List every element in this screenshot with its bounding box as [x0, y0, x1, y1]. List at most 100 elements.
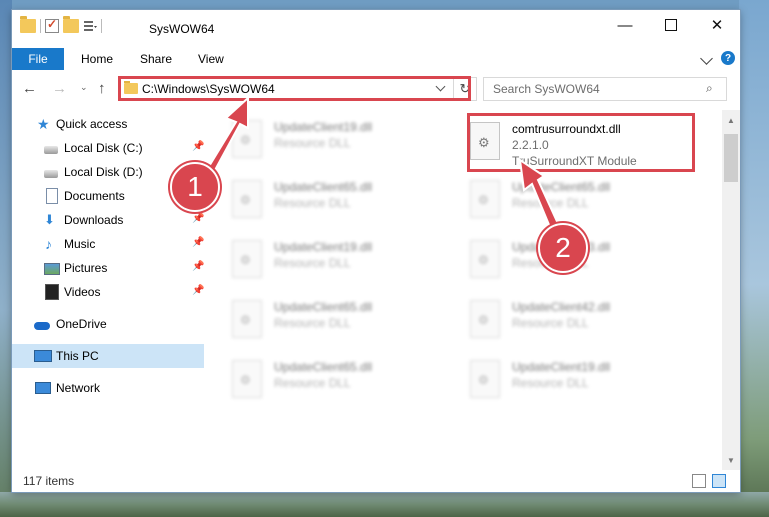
- network-icon: [35, 382, 51, 394]
- window-title: SysWOW64: [149, 22, 215, 36]
- sidebar-item-label: Downloads: [64, 213, 124, 227]
- file-type: Resource DLL: [274, 316, 351, 330]
- sidebar-item-label: Documents: [64, 189, 125, 203]
- address-bar-highlight: [118, 76, 471, 101]
- file-tile[interactable]: UpdateClient42.dll Resource DLL: [466, 296, 696, 346]
- pin-icon[interactable]: 📌: [192, 261, 204, 272]
- sidebar-item-label: Network: [56, 381, 101, 395]
- ribbon-tabs: File Home Share View ?: [12, 48, 740, 71]
- file-name: UpdateClient19.dll: [512, 360, 611, 374]
- desktop-background: [0, 0, 12, 517]
- quick-access-toolbar: [20, 16, 102, 33]
- recent-locations-chevron-icon[interactable]: ⌄: [80, 82, 88, 93]
- tiles-view-icon[interactable]: [712, 474, 726, 488]
- file-name: UpdateClient19.dll: [274, 120, 373, 134]
- star-icon: ★: [37, 116, 50, 132]
- sidebar-item-label: Music: [64, 237, 96, 251]
- title-bar: SysWOW64 — ✕: [12, 10, 740, 43]
- file-tile[interactable]: UpdateClient19.dll Resource DLL: [228, 116, 458, 166]
- new-folder-icon[interactable]: [63, 16, 79, 33]
- sidebar-item-music[interactable]: ♪ Music 📌: [12, 232, 204, 256]
- close-icon: ✕: [710, 17, 724, 34]
- dll-file-icon: [470, 240, 500, 278]
- pin-icon[interactable]: 📌: [192, 285, 204, 296]
- tab-view[interactable]: View: [198, 52, 224, 66]
- tab-share[interactable]: Share: [140, 52, 172, 66]
- properties-check-icon[interactable]: [45, 17, 59, 33]
- item-count: 117 items: [23, 474, 75, 488]
- music-icon: ♪: [45, 236, 52, 252]
- dll-file-icon: [470, 360, 500, 398]
- pin-icon[interactable]: 📌: [192, 213, 204, 224]
- sidebar-item-network[interactable]: Network: [12, 376, 204, 400]
- sidebar-item-downloads[interactable]: ⬇ Downloads 📌: [12, 208, 204, 232]
- scrollbar-thumb[interactable]: [724, 134, 738, 182]
- forward-arrow-icon[interactable]: →: [52, 80, 67, 97]
- dll-file-icon: [232, 300, 262, 338]
- customize-toolbar-icon[interactable]: [83, 19, 97, 33]
- details-view-icon[interactable]: [692, 474, 706, 488]
- tab-file[interactable]: File: [12, 48, 64, 70]
- close-button[interactable]: ✕: [694, 10, 740, 40]
- desktop-background-bottom: [0, 492, 769, 517]
- file-name: UpdateClient19.dll: [274, 240, 373, 254]
- scroll-up-icon[interactable]: ▲: [727, 116, 735, 125]
- file-name: UpdateClient42.dll: [512, 300, 611, 314]
- dll-file-icon: [470, 300, 500, 338]
- tab-home[interactable]: Home: [81, 52, 113, 66]
- file-name: UpdateClient65.dll: [512, 180, 611, 194]
- search-input[interactable]: Search SysWOW64 ⌕: [483, 77, 727, 101]
- sidebar-item-label: Videos: [64, 285, 101, 299]
- minimize-button[interactable]: —: [602, 10, 648, 40]
- file-tile[interactable]: UpdateClient65.dll Resource DLL: [228, 356, 458, 406]
- navigation-pane: ★ Quick access Local Disk (C:) 📌 Local D…: [12, 110, 204, 470]
- help-icon[interactable]: ?: [721, 51, 735, 65]
- computer-icon: [34, 350, 52, 362]
- expand-ribbon-chevron-icon[interactable]: [700, 52, 713, 65]
- file-type: Resource DLL: [512, 316, 589, 330]
- folder-icon[interactable]: [20, 16, 36, 33]
- file-tile[interactable]: UpdateClient65.dll Resource DLL: [228, 176, 458, 226]
- onedrive-icon: [34, 321, 50, 330]
- sidebar-item-quick-access[interactable]: ★ Quick access: [12, 112, 204, 136]
- file-type: Resource DLL: [512, 376, 589, 390]
- sidebar-item-label: This PC: [56, 349, 99, 363]
- file-type: Resource DLL: [274, 136, 351, 150]
- sidebar-item-local-disk-c[interactable]: Local Disk (C:) 📌: [12, 136, 204, 160]
- documents-icon: [46, 188, 58, 204]
- sidebar-item-this-pc[interactable]: This PC: [12, 344, 204, 368]
- sidebar-item-pictures[interactable]: Pictures 📌: [12, 256, 204, 280]
- pin-icon[interactable]: 📌: [192, 237, 204, 248]
- drive-icon: [44, 169, 58, 178]
- file-name: UpdateClient65.dll: [274, 300, 373, 314]
- up-arrow-icon[interactable]: ↑: [98, 80, 106, 97]
- sidebar-item-label: Pictures: [64, 261, 108, 275]
- status-bar: 117 items: [12, 470, 740, 492]
- pictures-icon: [44, 263, 60, 275]
- minimize-icon: —: [617, 16, 633, 34]
- sidebar-item-label: Quick access: [56, 117, 128, 131]
- dll-file-icon: [232, 240, 262, 278]
- callout-step-2: 2: [538, 223, 588, 273]
- maximize-icon: [665, 19, 677, 31]
- file-tile[interactable]: UpdateClient65.dll Resource DLL: [228, 296, 458, 346]
- sidebar-item-videos[interactable]: Videos 📌: [12, 280, 204, 304]
- maximize-button[interactable]: [648, 10, 694, 40]
- scroll-down-icon[interactable]: ▼: [727, 456, 735, 465]
- dll-file-icon: [232, 360, 262, 398]
- dll-file-icon: [470, 180, 500, 218]
- sidebar-item-label: OneDrive: [56, 317, 107, 331]
- file-tile[interactable]: UpdateClient65.dll Resource DLL: [466, 176, 696, 226]
- pin-icon[interactable]: 📌: [192, 141, 204, 152]
- sidebar-item-onedrive[interactable]: OneDrive: [12, 312, 204, 336]
- vertical-scrollbar[interactable]: ▲ ▼: [722, 110, 740, 470]
- sidebar-item-label: Local Disk (C:): [64, 141, 143, 155]
- file-highlight: [467, 113, 695, 172]
- back-arrow-icon[interactable]: ←: [22, 80, 37, 97]
- file-tile[interactable]: UpdateClient19.dll Resource DLL: [466, 356, 696, 406]
- sidebar-item-label: Local Disk (D:): [64, 165, 143, 179]
- file-tile[interactable]: UpdateClient19.dll Resource DLL: [228, 236, 458, 286]
- search-icon[interactable]: ⌕: [706, 81, 713, 96]
- callout-step-1: 1: [170, 162, 220, 212]
- file-name: UpdateClient65.dll: [274, 180, 373, 194]
